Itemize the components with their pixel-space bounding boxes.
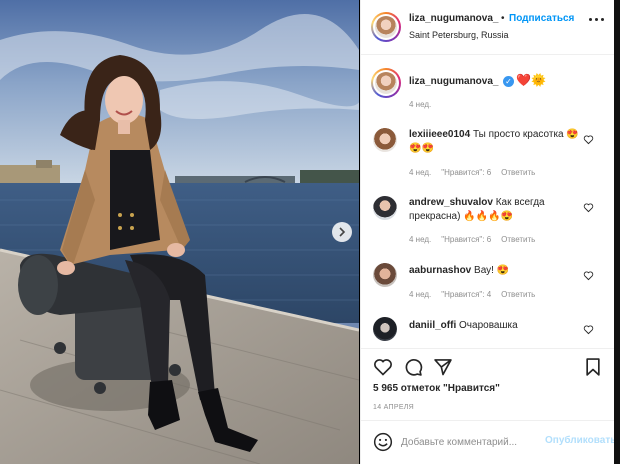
comment-likes[interactable]: "Нравится": 4 xyxy=(441,290,491,299)
comment-meta: 4 нед. "Нравится": 4 Ответить xyxy=(409,290,535,299)
comment-username[interactable]: daniil_offi xyxy=(409,320,456,331)
comment-avatar[interactable] xyxy=(373,128,397,152)
post-actions: 5 965 отметок "Нравится" 14 АПРЕЛЯ xyxy=(361,348,615,420)
comment-input[interactable] xyxy=(401,433,541,451)
heart-icon[interactable] xyxy=(583,202,594,213)
comment-avatar[interactable] xyxy=(373,263,397,287)
reply-button[interactable]: Ответить xyxy=(501,235,535,244)
header-separator: • xyxy=(501,13,505,24)
comment-meta: 4 нед. "Нравится": 6 Ответить xyxy=(409,235,535,244)
caption-time[interactable]: 4 нед. xyxy=(409,100,431,109)
caption-text: ❤️🌞 xyxy=(516,73,546,87)
heart-icon[interactable] xyxy=(583,324,594,335)
author-username[interactable]: liza_nugumanova_ xyxy=(409,13,498,24)
window-edge xyxy=(614,0,620,464)
location-link[interactable]: Saint Petersburg, Russia xyxy=(409,30,509,40)
comment-text: Вау! 😍 xyxy=(474,265,510,276)
bookmark-icon[interactable] xyxy=(583,357,603,377)
next-photo-button[interactable] xyxy=(332,222,352,242)
comment-icon[interactable] xyxy=(403,357,423,377)
verified-badge-icon: ✓ xyxy=(503,76,514,87)
paper-plane-icon[interactable] xyxy=(433,357,453,377)
comment-username[interactable]: lexiiieee0104 xyxy=(409,129,470,140)
author-avatar[interactable] xyxy=(371,12,401,42)
comment-time[interactable]: 4 нед. xyxy=(409,168,431,177)
comment-item: andrew_shuvalov Как всегда прекрасна) 🔥🔥… xyxy=(409,196,581,224)
comment-likes[interactable]: "Нравится": 6 xyxy=(441,235,491,244)
comment-time[interactable]: 4 нед. xyxy=(409,290,431,299)
post-comment-button[interactable]: Опубликовать xyxy=(545,435,616,446)
comment-avatar[interactable] xyxy=(373,196,397,220)
comment-text: Очаровашка xyxy=(459,320,518,331)
caption-avatar[interactable] xyxy=(371,68,401,98)
chevron-right-icon xyxy=(339,227,346,237)
comment-username[interactable]: andrew_shuvalov xyxy=(409,197,493,208)
post-photo[interactable] xyxy=(0,0,359,464)
post-header: liza_nugumanova_ • Подписаться Saint Pet… xyxy=(361,0,615,55)
comment-item: aaburnashov Вау! 😍 xyxy=(409,264,581,278)
reply-button[interactable]: Ответить xyxy=(501,168,535,177)
more-options-icon[interactable] xyxy=(589,18,604,21)
comment-avatar[interactable] xyxy=(373,317,397,341)
comment-likes[interactable]: "Нравится": 6 xyxy=(441,168,491,177)
caption-username[interactable]: liza_nugumanova_ xyxy=(409,76,498,87)
reply-button[interactable]: Ответить xyxy=(501,290,535,299)
add-comment-bar: Опубликовать xyxy=(361,420,616,464)
post-date[interactable]: 14 АПРЕЛЯ xyxy=(373,404,414,411)
photo-image xyxy=(0,0,359,464)
comment-time[interactable]: 4 нед. xyxy=(409,235,431,244)
comment-item: daniil_offi Очаровашка xyxy=(409,319,581,333)
follow-button[interactable]: Подписаться xyxy=(509,13,574,24)
likes-count[interactable]: 5 965 отметок "Нравится" xyxy=(373,383,500,394)
smiley-icon[interactable] xyxy=(373,432,393,452)
heart-icon[interactable] xyxy=(583,270,594,281)
heart-icon[interactable] xyxy=(583,134,594,145)
comment-meta: 4 нед. "Нравится": 6 Ответить xyxy=(409,168,535,177)
heart-icon[interactable] xyxy=(373,357,393,377)
comment-item: lexiiieee0104 Ты просто красотка 😍😍😍 xyxy=(409,128,581,156)
comments-list[interactable]: liza_nugumanova_ ✓ ❤️🌞 4 нед. lexiiieee0… xyxy=(361,56,615,348)
post-side-panel: liza_nugumanova_ • Подписаться Saint Pet… xyxy=(360,0,616,464)
comment-username[interactable]: aaburnashov xyxy=(409,265,471,276)
